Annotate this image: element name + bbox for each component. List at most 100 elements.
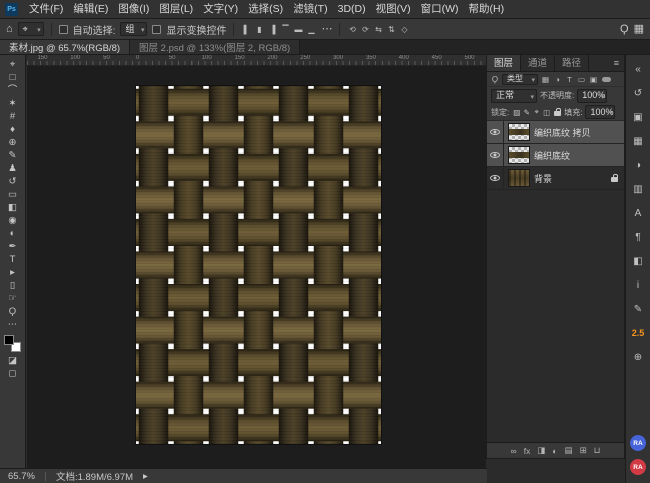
auto-select-dropdown[interactable]: 组 xyxy=(120,22,147,36)
menu-item[interactable]: 图层(L) xyxy=(154,0,198,18)
adjustment-layer-icon[interactable]: ◐ xyxy=(552,446,557,456)
screen-mode-icon[interactable]: ◻ xyxy=(3,367,23,380)
move-tool[interactable]: ⌖ xyxy=(3,58,23,71)
visibility-cell[interactable] xyxy=(487,167,504,189)
libraries-icon[interactable]: ▥ xyxy=(626,177,650,201)
workspace-icon[interactable]: ▦ xyxy=(634,24,644,35)
swatches-icon[interactable]: ▦ xyxy=(626,129,650,153)
dodge-tool[interactable]: ◐ xyxy=(3,227,23,240)
menu-item[interactable]: 滤镜(T) xyxy=(288,0,332,18)
pen-tool[interactable]: ✒ xyxy=(3,240,23,253)
filter-kind-dropdown[interactable]: 类型 xyxy=(502,74,538,85)
layer-row[interactable]: 编织底纹 拷贝 xyxy=(487,121,624,144)
menu-item[interactable]: 文字(Y) xyxy=(198,0,243,18)
fill-dropdown[interactable]: 100% xyxy=(585,105,615,119)
rectangular-marquee-tool[interactable]: □ xyxy=(3,71,23,84)
menu-item[interactable]: 编辑(E) xyxy=(68,0,113,18)
align-right-icon[interactable]: ▐ xyxy=(267,25,277,34)
menu-item[interactable]: 窗口(W) xyxy=(416,0,464,18)
document-tab[interactable]: 图层 2.psd @ 133%(图层 2, RGB/8) xyxy=(130,40,300,54)
tool-preset-dropdown[interactable]: ⌖ xyxy=(18,22,44,36)
filter-search-icon[interactable]: Ϙ xyxy=(490,75,500,84)
lock-all-icon[interactable] xyxy=(554,111,561,116)
3d-pan-icon[interactable]: ⇆ xyxy=(373,25,383,34)
path-selection-tool[interactable]: ▸ xyxy=(3,266,23,279)
magic-wand-tool[interactable]: ✶ xyxy=(3,97,23,110)
blend-mode-dropdown[interactable]: 正常 xyxy=(491,89,537,103)
lasso-tool[interactable]: ⌒ xyxy=(3,84,23,97)
blur-tool[interactable]: ◉ xyxy=(3,214,23,227)
3d-scale-icon[interactable]: ◇ xyxy=(399,25,409,34)
crop-tool[interactable]: # xyxy=(3,110,23,123)
history-brush-tool[interactable]: ↺ xyxy=(3,175,23,188)
new-layer-icon[interactable]: ⊞ xyxy=(580,445,587,456)
lock-transparency-icon[interactable]: ▨ xyxy=(512,108,521,117)
gradient-tool[interactable]: ◧ xyxy=(3,201,23,214)
menu-item[interactable]: 图像(I) xyxy=(113,0,154,18)
opacity-dropdown[interactable]: 100% xyxy=(577,89,607,103)
filter-toggle[interactable] xyxy=(602,77,611,82)
add-mask-icon[interactable]: ◨ xyxy=(537,445,545,456)
shape-tool[interactable]: ▯ xyxy=(3,279,23,292)
edit-toolbar-icon[interactable]: ⋯ xyxy=(3,318,23,331)
filter-smart-object-icon[interactable]: ▣ xyxy=(588,75,599,84)
3d-roll-icon[interactable]: ⟳ xyxy=(360,25,370,34)
collapse-panels-icon[interactable]: « xyxy=(626,57,650,81)
filter-shape-icon[interactable]: ▭ xyxy=(576,75,587,84)
lock-position-icon[interactable]: ⌖ xyxy=(532,107,541,117)
lock-artboard-icon[interactable]: ◫ xyxy=(542,108,551,117)
visibility-cell[interactable] xyxy=(487,121,504,143)
show-transform-checkbox[interactable] xyxy=(152,25,161,34)
link-layers-icon[interactable]: ∞ xyxy=(511,446,517,456)
clone-source-icon[interactable]: ⊕ xyxy=(626,345,650,369)
zoom-level[interactable]: 65.7% xyxy=(8,471,35,482)
character-icon[interactable]: A xyxy=(626,201,650,225)
weave-image[interactable] xyxy=(136,86,381,444)
history-icon[interactable]: ↺ xyxy=(626,81,650,105)
document-tab[interactable]: 素材.jpg @ 65.7%(RGB/8) xyxy=(0,40,130,54)
styles-icon[interactable]: ◧ xyxy=(626,249,650,273)
menu-item[interactable]: 帮助(H) xyxy=(464,0,510,18)
foreground-swatch[interactable] xyxy=(4,335,14,345)
align-top-icon[interactable]: ▔ xyxy=(280,25,290,34)
brush-settings-icon[interactable]: ✎ xyxy=(626,297,650,321)
search-icon[interactable]: Ϙ xyxy=(620,24,629,35)
filter-type-icon[interactable]: T xyxy=(564,75,575,84)
adjustments-icon[interactable]: ◑ xyxy=(626,153,650,177)
home-icon[interactable]: ⌂ xyxy=(6,24,13,35)
layer-thumbnail[interactable] xyxy=(509,147,529,163)
align-center-horizontal-icon[interactable]: ▮ xyxy=(254,25,264,34)
3d-slide-icon[interactable]: ⇅ xyxy=(386,25,396,34)
layer-row[interactable]: 编织底纹 xyxy=(487,144,624,167)
menu-item[interactable]: 文件(F) xyxy=(24,0,68,18)
visibility-cell[interactable] xyxy=(487,144,504,166)
align-middle-vertical-icon[interactable]: ▬ xyxy=(293,25,303,34)
menu-item[interactable]: 视图(V) xyxy=(371,0,416,18)
layer-style-icon[interactable]: fx xyxy=(524,446,531,456)
panel-tab[interactable]: 图层 xyxy=(487,55,521,71)
menu-item[interactable]: 选择(S) xyxy=(243,0,288,18)
align-bottom-icon[interactable]: ▁ xyxy=(306,25,316,34)
3d-rotate-icon[interactable]: ⟲ xyxy=(347,25,357,34)
quick-mask-icon[interactable]: ◪ xyxy=(3,354,23,367)
delete-layer-icon[interactable]: ⊔ xyxy=(594,445,601,456)
filter-pixel-icon[interactable]: ▦ xyxy=(540,75,551,84)
panel-tab[interactable]: 路径 xyxy=(555,55,589,71)
eyedropper-tool[interactable]: ♦ xyxy=(3,123,23,136)
clone-stamp-tool[interactable]: ♟ xyxy=(3,162,23,175)
status-arrow-icon[interactable]: ▸ xyxy=(143,471,148,482)
type-tool[interactable]: T xyxy=(3,253,23,266)
menu-item[interactable]: 3D(D) xyxy=(333,0,371,18)
lock-pixels-icon[interactable]: ✎ xyxy=(522,108,531,117)
layer-row[interactable]: 背景 xyxy=(487,167,624,190)
layer-thumbnail[interactable] xyxy=(509,170,529,186)
extension-badge[interactable]: RA xyxy=(630,459,646,475)
panel-tab[interactable]: 通道 xyxy=(521,55,555,71)
brush-tool[interactable]: ✎ xyxy=(3,149,23,162)
layer-thumbnail[interactable] xyxy=(509,124,529,140)
spot-healing-tool[interactable]: ⊕ xyxy=(3,136,23,149)
canvas-area[interactable]: 15010050050100150200250300350400450500 xyxy=(27,55,486,468)
info-icon[interactable]: i xyxy=(626,273,650,297)
extension-badge[interactable]: RA xyxy=(630,435,646,451)
paragraph-icon[interactable]: ¶ xyxy=(626,225,650,249)
